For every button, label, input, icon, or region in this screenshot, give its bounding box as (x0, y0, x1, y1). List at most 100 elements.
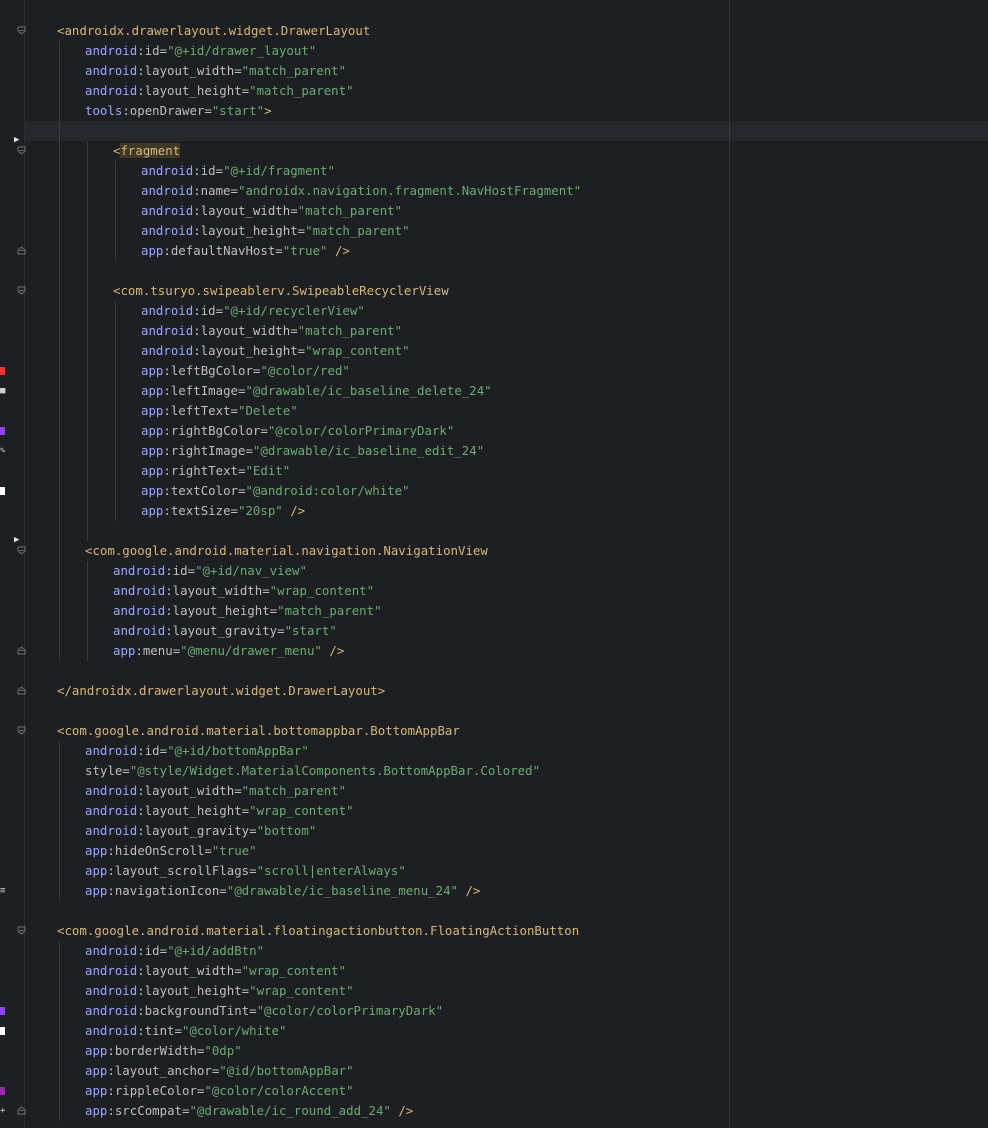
code-editor[interactable]: ▶ ■ ✎ ▶ ≡ + <androidx.drawerlayout.widget.Dra… (0, 0, 988, 1128)
code-line[interactable]: <com.google.android.material.navigation.… (85, 541, 488, 561)
code-line[interactable]: android:layout_gravity="bottom" (85, 821, 316, 841)
code-token: "androidx.navigation.fragment.NavHostFra… (237, 183, 582, 198)
code-line[interactable]: app:hideOnScroll="true" (85, 841, 257, 861)
code-token: "@+id/fragment" (223, 163, 335, 178)
code-line[interactable]: android:id="@+id/bottomAppBar" (85, 741, 309, 761)
code-line[interactable]: android:name="androidx.navigation.fragme… (141, 181, 581, 201)
code-line[interactable]: <com.tsuryo.swipeablerv.SwipeableRecycle… (113, 281, 449, 301)
code-line[interactable]: app:textSize="20sp" /> (141, 501, 305, 521)
code-line[interactable]: android:layout_height="wrap_content" (141, 341, 410, 361)
color-swatch[interactable] (0, 1087, 5, 1095)
code-line[interactable]: android:layout_height="match_parent" (113, 601, 382, 621)
code-line[interactable]: android:layout_width="match_parent" (85, 61, 346, 81)
code-token: android (141, 323, 194, 338)
color-swatch[interactable] (0, 1027, 5, 1035)
code-token: :layout_height= (165, 603, 278, 618)
fold-close-icon[interactable] (17, 646, 26, 655)
run-arrow-icon[interactable]: ▶ (14, 535, 23, 545)
code-line[interactable]: app:leftBgColor="@color/red" (141, 361, 350, 381)
code-line[interactable]: android:layout_gravity="start" (113, 621, 337, 641)
fold-open-icon[interactable] (17, 26, 26, 35)
code-token: :rightText= (163, 463, 246, 478)
code-token: "scroll|enterAlways" (256, 863, 406, 878)
code-line[interactable]: app:leftText="Delete" (141, 401, 298, 421)
code-line[interactable]: android:layout_height="match_parent" (141, 221, 410, 241)
code-line[interactable]: <androidx.drawerlayout.widget.DrawerLayo… (57, 21, 370, 41)
code-token: app (85, 1083, 108, 1098)
code-line[interactable]: app:leftImage="@drawable/ic_baseline_del… (141, 381, 492, 401)
code-token: android (85, 803, 138, 818)
code-token: <com.google.android.material.navigation.… (85, 543, 488, 558)
code-line[interactable]: <com.google.android.material.bottomappba… (57, 721, 460, 741)
code-line[interactable]: app:textColor="@android:color/white" (141, 481, 410, 501)
code-line[interactable]: android:id="@+id/nav_view" (113, 561, 307, 581)
code-token: app (141, 403, 164, 418)
fold-open-icon[interactable] (17, 146, 26, 155)
code-line[interactable]: android:layout_width="wrap_content" (113, 581, 374, 601)
code-line[interactable]: app:rightText="Edit" (141, 461, 290, 481)
fold-open-icon[interactable] (17, 726, 26, 735)
code-token: android (85, 1023, 138, 1038)
code-line[interactable]: android:layout_width="match_parent" (85, 781, 346, 801)
fold-open-icon[interactable] (17, 926, 26, 935)
code-line[interactable]: <com.google.android.material.floatingact… (57, 921, 579, 941)
code-line[interactable]: app:layout_anchor="@id/bottomAppBar" (85, 1061, 354, 1081)
code-line[interactable]: style="@style/Widget.MaterialComponents.… (85, 761, 540, 781)
run-arrow-icon[interactable]: ▶ (14, 135, 23, 145)
color-swatch[interactable] (0, 487, 5, 495)
code-line[interactable]: app:menu="@menu/drawer_menu" /> (113, 641, 344, 661)
code-line[interactable]: tools:openDrawer="start"> (85, 101, 272, 121)
fold-open-icon[interactable] (17, 286, 26, 295)
code-line[interactable]: <fragment (113, 141, 181, 161)
code-token: :layout_gravity= (137, 823, 257, 838)
menu-icon[interactable]: ≡ (0, 886, 7, 896)
code-token: :backgroundTint= (137, 1003, 257, 1018)
code-line[interactable]: android:layout_height="wrap_content" (85, 981, 354, 1001)
code-line[interactable]: app:borderWidth="0dp" (85, 1041, 242, 1061)
fold-close-icon[interactable] (17, 686, 26, 695)
fold-close-icon[interactable] (17, 246, 26, 255)
code-line[interactable]: app:srcCompat="@drawable/ic_round_add_24… (85, 1101, 413, 1121)
code-token: /> (282, 503, 306, 518)
code-line[interactable]: android:id="@+id/drawer_layout" (85, 41, 316, 61)
code-line[interactable]: android:layout_width="wrap_content" (85, 961, 346, 981)
code-line[interactable]: app:rightImage="@drawable/ic_baseline_ed… (141, 441, 484, 461)
code-token: :borderWidth= (107, 1043, 205, 1058)
add-icon[interactable]: + (0, 1106, 7, 1116)
color-swatch[interactable] (0, 367, 5, 375)
code-token: "bottom" (256, 823, 317, 838)
code-token: "@color/colorAccent" (204, 1083, 354, 1098)
code-token: :leftImage= (163, 383, 246, 398)
edit-icon[interactable]: ✎ (0, 446, 7, 456)
delete-icon[interactable]: ■ (0, 386, 7, 396)
fold-close-icon[interactable] (17, 1106, 26, 1115)
fold-open-icon[interactable] (17, 546, 26, 555)
code-line[interactable]: app:rightBgColor="@color/colorPrimaryDar… (141, 421, 454, 441)
code-token: <com.tsuryo.swipeablerv.SwipeableRecycle… (113, 283, 449, 298)
indent-guide-line (59, 741, 60, 901)
code-token: :layout_width= (137, 63, 242, 78)
code-line[interactable]: android:backgroundTint="@color/colorPrim… (85, 1001, 443, 1021)
code-token: :id= (165, 563, 196, 578)
code-token: android (85, 943, 138, 958)
code-line[interactable]: app:navigationIcon="@drawable/ic_baselin… (85, 881, 480, 901)
code-line[interactable]: android:id="@+id/addBtn" (85, 941, 264, 961)
code-token: :layout_height= (137, 803, 250, 818)
code-line[interactable]: app:layout_scrollFlags="scroll|enterAlwa… (85, 861, 406, 881)
code-line[interactable]: android:layout_width="match_parent" (141, 321, 402, 341)
color-swatch[interactable] (0, 427, 5, 435)
code-token: tools (85, 103, 123, 118)
code-token: "@drawable/ic_baseline_edit_24" (252, 443, 485, 458)
code-line[interactable]: app:rippleColor="@color/colorAccent" (85, 1081, 354, 1101)
code-line[interactable]: android:layout_height="wrap_content" (85, 801, 354, 821)
color-swatch[interactable] (0, 1007, 5, 1015)
code-line[interactable]: android:id="@+id/recyclerView" (141, 301, 365, 321)
code-line[interactable]: android:layout_height="match_parent" (85, 81, 354, 101)
code-line[interactable]: android:tint="@color/white" (85, 1021, 286, 1041)
code-line[interactable]: </androidx.drawerlayout.widget.DrawerLay… (57, 681, 385, 701)
code-line[interactable]: android:id="@+id/fragment" (141, 161, 335, 181)
code-token: "@drawable/ic_baseline_delete_24" (245, 383, 492, 398)
code-line[interactable]: android:layout_width="match_parent" (141, 201, 402, 221)
code-line[interactable]: app:defaultNavHost="true" /> (141, 241, 350, 261)
code-token: app (141, 503, 164, 518)
